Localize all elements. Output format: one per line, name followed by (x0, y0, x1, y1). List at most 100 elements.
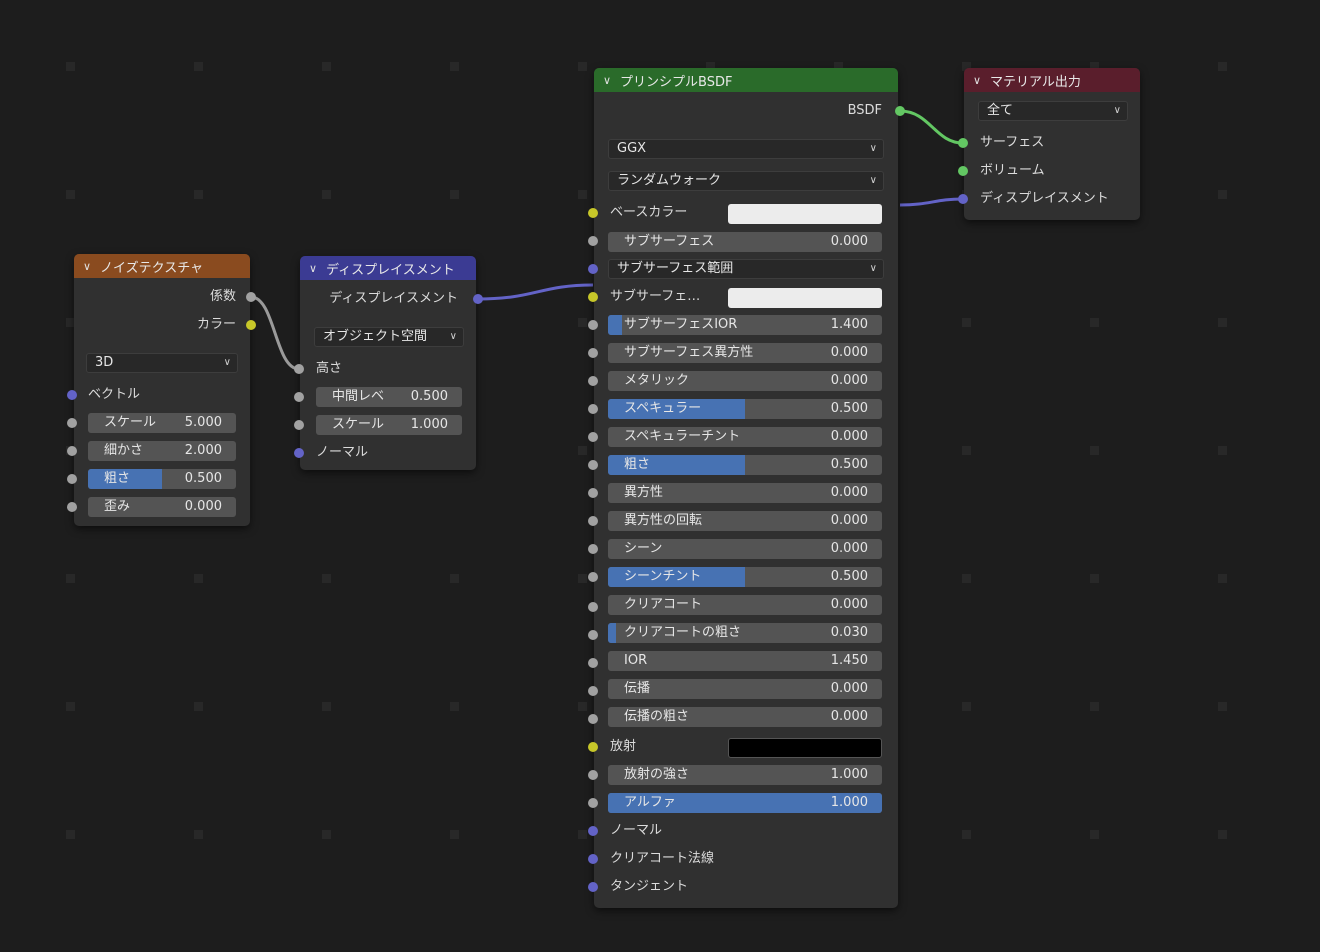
bsdf-input-socket[interactable] (588, 376, 598, 386)
roughness-input-socket[interactable] (67, 474, 77, 484)
bsdf-input-socket[interactable] (588, 236, 598, 246)
bsdf-input-socket[interactable] (588, 292, 598, 302)
space-select[interactable]: オブジェクト空間 ∨ (314, 327, 464, 347)
grid-dot (194, 830, 203, 839)
value-field[interactable]: 歪み 0.000 (88, 497, 236, 517)
value-field[interactable]: メタリック 0.000 (608, 371, 882, 391)
value-field[interactable]: 細かさ 2.000 (88, 441, 236, 461)
bsdf-input-socket[interactable] (588, 264, 598, 274)
value-field[interactable]: アルファ 1.000 (608, 793, 882, 813)
bsdf-input-socket[interactable] (588, 320, 598, 330)
fac-output-socket[interactable] (246, 292, 256, 302)
value-field[interactable]: 粗さ 0.500 (88, 469, 236, 489)
input-normal-label: ノーマル (610, 823, 663, 838)
principled-bsdf-node[interactable]: ∨ プリンシプルBSDF BSDF GGX ∨ ランダムウォーク ∨ ベースカラ… (594, 68, 898, 908)
surface-input-socket[interactable] (958, 138, 968, 148)
material-output-header[interactable]: ∨ マテリアル出力 (964, 68, 1140, 92)
bsdf-input-socket[interactable] (588, 460, 598, 470)
bsdf-output-socket[interactable] (895, 106, 905, 116)
value-field[interactable]: 伝播の粗さ 0.000 (608, 707, 882, 727)
field-label: 中間レベ (332, 389, 385, 404)
value-field[interactable]: IOR 1.450 (608, 651, 882, 671)
value-field[interactable]: 粗さ 0.500 (608, 455, 882, 475)
noise-texture-header[interactable]: ∨ ノイズテクスチャ (74, 254, 250, 278)
value-field[interactable]: スペキュラーチント 0.000 (608, 427, 882, 447)
displacement-node[interactable]: ∨ ディスプレイスメント ディスプレイスメント オブジェクト空間 ∨ 高さ 中間… (300, 256, 476, 470)
value-field[interactable]: スケール 5.000 (88, 413, 236, 433)
bsdf-input-socket[interactable] (588, 516, 598, 526)
bsdf-input-socket[interactable] (588, 404, 598, 414)
material-output-node[interactable]: ∨ マテリアル出力 全て ∨ サーフェス ボリューム ディスプレイスメント (964, 68, 1140, 220)
value-field[interactable]: スケール 1.000 (316, 415, 462, 435)
collapse-chevron-icon[interactable]: ∨ (300, 262, 326, 275)
value-field[interactable]: シーン 0.000 (608, 539, 882, 559)
noise-texture-node[interactable]: ∨ ノイズテクスチャ 係数 カラー 3D ∨ ベクトル スケール 5.000 細かさ… (74, 254, 250, 526)
collapse-chevron-icon[interactable]: ∨ (594, 74, 620, 87)
value-field[interactable]: クリアコートの粗さ 0.030 (608, 623, 882, 643)
value-field[interactable]: 中間レベ 0.500 (316, 387, 462, 407)
dimension-select[interactable]: 3D ∨ (86, 353, 238, 373)
color-output-socket[interactable] (246, 320, 256, 330)
bsdf-input-socket[interactable] (588, 432, 598, 442)
detail-input-socket[interactable] (67, 446, 77, 456)
bsdf-input-socket[interactable] (588, 686, 598, 696)
base-color-swatch[interactable] (728, 204, 882, 224)
displacement-output-socket[interactable] (473, 294, 483, 304)
bsdf-input-socket[interactable] (588, 658, 598, 668)
emission-color-swatch[interactable] (728, 738, 882, 758)
bsdf-input-socket[interactable] (588, 544, 598, 554)
collapse-chevron-icon[interactable]: ∨ (964, 74, 990, 87)
bsdf-input-socket[interactable] (588, 602, 598, 612)
subsurface-method-select[interactable]: ランダムウォーク ∨ (608, 171, 884, 191)
bsdf-input-socket[interactable] (588, 826, 598, 836)
value-field[interactable]: クリアコート 0.000 (608, 595, 882, 615)
bsdf-input-socket[interactable] (588, 882, 598, 892)
output-color-label: カラー (196, 317, 236, 332)
vector-input-socket[interactable] (67, 390, 77, 400)
bsdf-input-socket[interactable] (588, 572, 598, 582)
bsdf-input-socket[interactable] (588, 208, 598, 218)
grid-dot (322, 702, 331, 711)
normal-input-socket[interactable] (294, 448, 304, 458)
scale-input-socket[interactable] (67, 418, 77, 428)
subsurface-color-swatch[interactable] (728, 288, 882, 308)
scale-input-socket[interactable] (294, 420, 304, 430)
value-field[interactable]: 異方性 0.000 (608, 483, 882, 503)
input-tangent-label: タンジェント (610, 879, 689, 894)
volume-input-socket[interactable] (958, 166, 968, 176)
height-input-socket[interactable] (294, 364, 304, 374)
target-select[interactable]: 全て ∨ (978, 101, 1128, 121)
bsdf-input-socket[interactable] (588, 798, 598, 808)
grid-dot (66, 702, 75, 711)
displacement-header[interactable]: ∨ ディスプレイスメント (300, 256, 476, 280)
midlevel-input-socket[interactable] (294, 392, 304, 402)
bsdf-input-socket[interactable] (588, 488, 598, 498)
value-field[interactable]: サブサーフェス異方性 0.000 (608, 343, 882, 363)
value-field[interactable]: サブサーフェスIOR 1.400 (608, 315, 882, 335)
bsdf-input-socket[interactable] (588, 770, 598, 780)
distribution-value: GGX (617, 141, 647, 156)
value-field[interactable]: スペキュラー 0.500 (608, 399, 882, 419)
distribution-select[interactable]: GGX ∨ (608, 139, 884, 159)
principled-bsdf-header[interactable]: ∨ プリンシプルBSDF (594, 68, 898, 92)
distortion-input-socket[interactable] (67, 502, 77, 512)
bsdf-input-socket[interactable] (588, 348, 598, 358)
input-vector-label: ベクトル (88, 387, 141, 402)
field-value: 0.500 (410, 389, 448, 404)
subsurface-field[interactable]: サブサーフェス 0.000 (608, 232, 882, 252)
bsdf-input-socket[interactable] (588, 630, 598, 640)
value-field[interactable]: シーンチント 0.500 (608, 567, 882, 587)
value-field[interactable]: 伝播 0.000 (608, 679, 882, 699)
collapse-chevron-icon[interactable]: ∨ (74, 260, 100, 273)
field-value: 2.000 (184, 443, 222, 458)
subsurface-radius-select[interactable]: サブサーフェス範囲 ∨ (608, 259, 884, 279)
value-field[interactable]: 異方性の回転 0.000 (608, 511, 882, 531)
grid-dot (578, 702, 587, 711)
displacement-input-socket[interactable] (958, 194, 968, 204)
value-field[interactable]: 放射の強さ 1.000 (608, 765, 882, 785)
bsdf-input-socket[interactable] (588, 742, 598, 752)
bsdf-input-socket[interactable] (588, 854, 598, 864)
field-label: 粗さ (104, 471, 131, 486)
bsdf-input-socket[interactable] (588, 714, 598, 724)
field-label: 細かさ (104, 443, 144, 458)
